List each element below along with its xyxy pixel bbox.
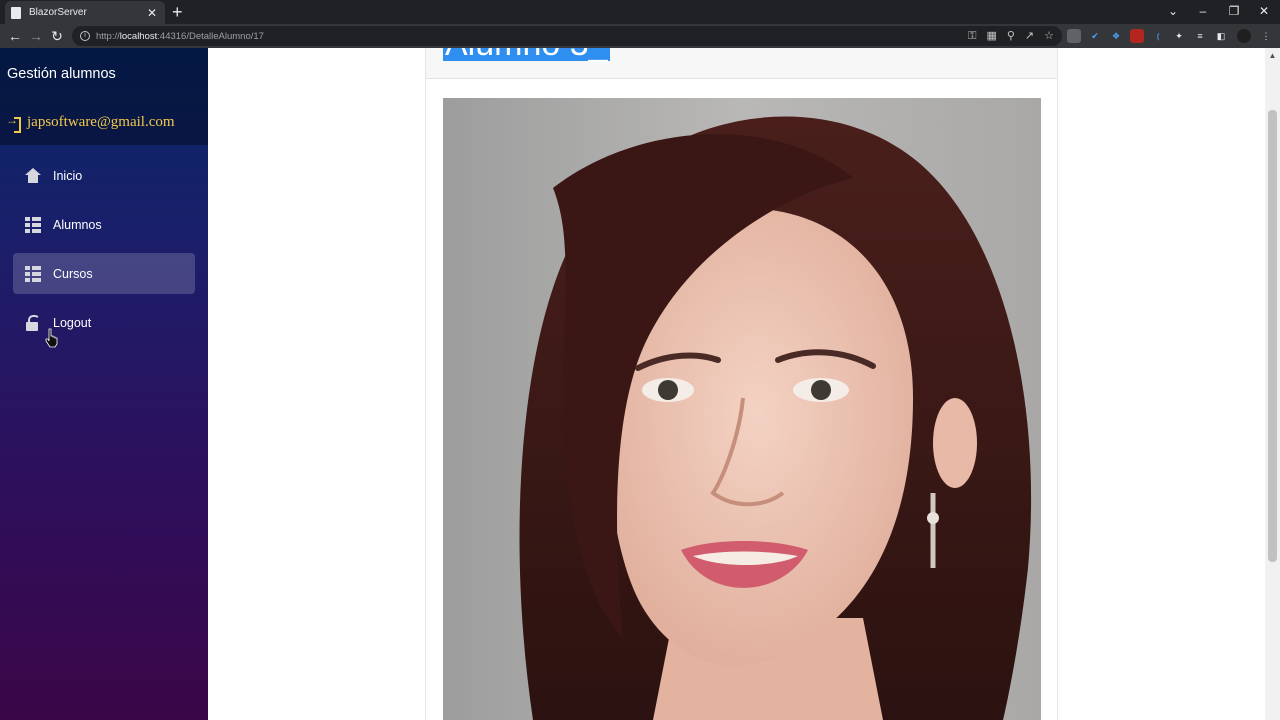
lock-icon <box>25 314 41 331</box>
page-title: Alumno 3_ <box>443 48 610 61</box>
login-icon <box>6 113 21 133</box>
check-extension-icon[interactable]: ✔ <box>1088 29 1102 43</box>
side-panel-icon[interactable]: ◧ <box>1214 29 1228 43</box>
audio-extension-icon[interactable]: ⦅ <box>1151 29 1165 43</box>
extension-icon[interactable] <box>1067 29 1081 43</box>
restore-button[interactable]: ❐ <box>1225 2 1243 20</box>
hand-cursor-icon <box>45 328 58 348</box>
user-row: japsoftware@gmail.com <box>0 100 208 145</box>
profile-avatar[interactable] <box>1237 29 1251 43</box>
home-icon <box>25 167 41 184</box>
address-bar-actions: ⚿ ▦ ⚲ ↗ ☆ <box>968 29 1054 43</box>
bookmark-star-icon[interactable]: ☆ <box>1044 29 1054 43</box>
info-icon[interactable]: i <box>80 31 90 41</box>
page: Gestión alumnos japsoftware@gmail.com In… <box>0 48 1280 720</box>
page-scrollbar[interactable]: ▲ <box>1265 48 1280 720</box>
tab-title: BlazorServer <box>29 7 87 18</box>
close-tab-icon[interactable]: ✕ <box>145 6 159 20</box>
address-bar[interactable]: i http://localhost:44316/DetalleAlumno/1… <box>72 26 1062 46</box>
puzzle-extension-icon[interactable]: ❖ <box>1109 29 1123 43</box>
list-icon <box>25 265 41 282</box>
scroll-thumb[interactable] <box>1268 110 1277 562</box>
sidebar-item-logout[interactable]: Logout <box>13 302 195 343</box>
scroll-up-icon[interactable]: ▲ <box>1265 48 1280 63</box>
record-extension-icon[interactable] <box>1130 29 1144 43</box>
minimize-button[interactable]: – <box>1194 2 1212 20</box>
url-text: http://localhost:44316/DetalleAlumno/17 <box>96 30 264 42</box>
sidebar-item-inicio[interactable]: Inicio <box>13 155 195 196</box>
zoom-icon[interactable]: ⚲ <box>1007 29 1015 43</box>
tab-strip: BlazorServer ✕ + ⌄ – ❐ ✕ <box>0 0 1280 24</box>
reading-list-icon[interactable]: ≡ <box>1193 29 1207 43</box>
sidebar-item-label: Inicio <box>53 168 83 183</box>
tab-search-icon[interactable]: ⌄ <box>1164 2 1182 20</box>
sidebar-item-label: Cursos <box>53 266 93 281</box>
student-photo <box>443 98 1041 720</box>
list-icon <box>25 216 41 233</box>
back-icon[interactable]: ← <box>6 27 24 45</box>
browser-toolbar: ← → ↻ i http://localhost:44316/DetalleAl… <box>0 24 1280 48</box>
user-email[interactable]: japsoftware@gmail.com <box>27 114 175 131</box>
reload-icon[interactable]: ↻ <box>48 27 66 45</box>
card-header: Alumno 3_ <box>426 48 1057 79</box>
nav-menu: Inicio Alumnos Cursos Logout <box>0 145 208 343</box>
close-window-button[interactable]: ✕ <box>1255 2 1273 20</box>
key-icon[interactable]: ⚿ <box>968 29 976 43</box>
sidebar: Gestión alumnos japsoftware@gmail.com In… <box>0 48 208 720</box>
browser-tab[interactable]: BlazorServer ✕ <box>5 1 165 24</box>
sidebar-item-cursos[interactable]: Cursos <box>13 253 195 294</box>
share-icon[interactable]: ↗ <box>1025 29 1034 43</box>
new-tab-button[interactable]: + <box>172 2 183 22</box>
forward-icon[interactable]: → <box>27 27 45 45</box>
menu-icon[interactable]: ⋮ <box>1259 29 1273 43</box>
sidebar-item-alumnos[interactable]: Alumnos <box>13 204 195 245</box>
page-icon <box>11 6 21 19</box>
extensions-icon[interactable]: ✦ <box>1172 29 1186 43</box>
brand-title[interactable]: Gestión alumnos <box>0 48 208 100</box>
sidebar-item-label: Alumnos <box>53 217 102 232</box>
translate-icon[interactable]: ▦ <box>986 29 996 43</box>
